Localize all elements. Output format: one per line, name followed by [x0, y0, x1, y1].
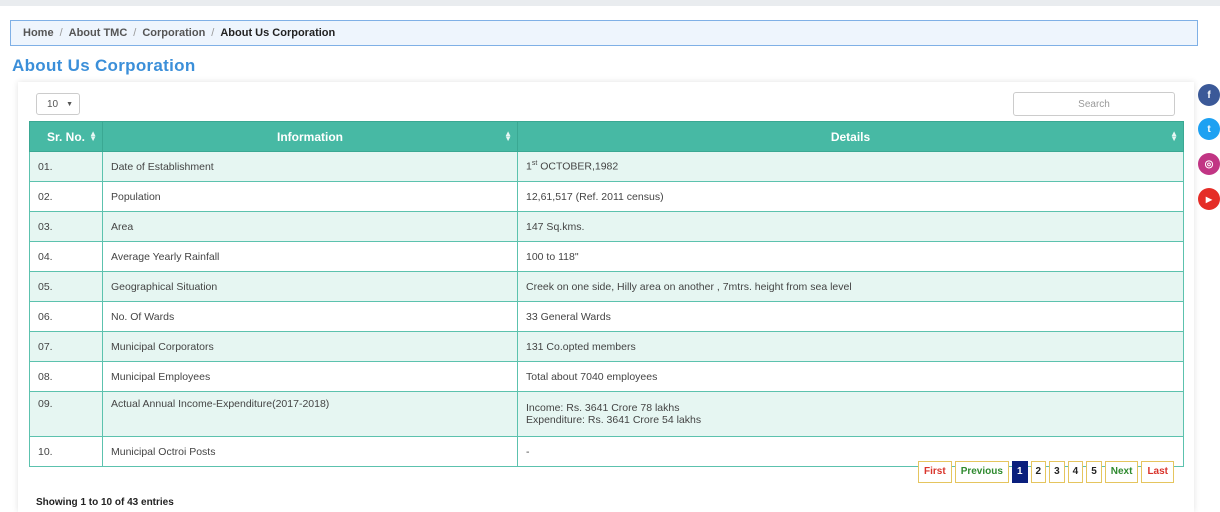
next-page-button[interactable]: Next — [1104, 461, 1139, 483]
cell-details: 33 General Wards — [517, 301, 1184, 332]
table-header-row: Sr. No. ▲ ▼ Information ▲ ▼ Details ▲ ▼ — [29, 121, 1184, 152]
last-page-button[interactable]: Last — [1141, 461, 1174, 483]
table-row: 06. No. Of Wards 33 General Wards — [29, 301, 1184, 332]
page-button-4[interactable]: 4 — [1067, 461, 1084, 483]
entries-info: Showing 1 to 10 of 43 entries — [36, 497, 174, 508]
cell-sr-no: 02. — [29, 181, 103, 212]
cell-information: Average Yearly Rainfall — [102, 241, 518, 272]
column-header-information[interactable]: Information ▲ ▼ — [102, 121, 518, 152]
twitter-icon[interactable]: t — [1198, 118, 1220, 140]
cell-sr-no: 01. — [29, 151, 103, 182]
top-bar — [0, 0, 1220, 6]
header-label: Information — [277, 129, 343, 144]
cell-information: Municipal Employees — [102, 361, 518, 392]
search-input[interactable] — [1013, 92, 1175, 116]
table-row: 09. Actual Annual Income-Expenditure(201… — [29, 391, 1184, 437]
cell-sr-no: 09. — [29, 391, 103, 437]
youtube-icon[interactable]: ▶ — [1198, 188, 1220, 210]
cell-details: 147 Sq.kms. — [517, 211, 1184, 242]
sort-icon: ▲ ▼ — [1170, 129, 1178, 143]
cell-sr-no: 03. — [29, 211, 103, 242]
instagram-icon[interactable]: ◎ — [1198, 153, 1220, 175]
breadcrumb-home[interactable]: Home — [23, 27, 54, 39]
entries-length-select[interactable]: 10 ▼ — [36, 93, 80, 115]
cell-information: Population — [102, 181, 518, 212]
breadcrumb-separator: / — [59, 27, 63, 39]
breadcrumb: Home / About TMC / Corporation / About U… — [10, 20, 1198, 46]
column-header-sr-no[interactable]: Sr. No. ▲ ▼ — [29, 121, 103, 152]
column-header-details[interactable]: Details ▲ ▼ — [517, 121, 1184, 152]
chevron-down-icon: ▼ — [66, 100, 73, 108]
cell-information: Actual Annual Income-Expenditure(2017-20… — [102, 391, 518, 437]
pagination: First Previous 1 2 3 4 5 Next Last — [918, 461, 1174, 483]
data-table: Sr. No. ▲ ▼ Information ▲ ▼ Details ▲ ▼ 01. Da… — [29, 121, 1184, 467]
twitter-glyph: t — [1207, 123, 1211, 135]
sort-icon: ▲ ▼ — [504, 129, 512, 143]
breadcrumb-separator: / — [133, 27, 137, 39]
cell-information: Area — [102, 211, 518, 242]
instagram-glyph: ◎ — [1204, 158, 1214, 170]
table-row: 08. Municipal Employees Total about 7040… — [29, 361, 1184, 392]
cell-details: 100 to 118" — [517, 241, 1184, 272]
table-row: 01. Date of Establishment 1st OCTOBER,19… — [29, 151, 1184, 182]
cell-information: Municipal Corporators — [102, 331, 518, 362]
facebook-icon[interactable]: f — [1198, 84, 1220, 106]
cell-sr-no: 05. — [29, 271, 103, 302]
breadcrumb-about-tmc[interactable]: About TMC — [69, 27, 128, 39]
breadcrumb-current: About Us Corporation — [220, 27, 336, 39]
table-row: 02. Population 12,61,517 (Ref. 2011 cens… — [29, 181, 1184, 212]
cell-sr-no: 06. — [29, 301, 103, 332]
page-title: About Us Corporation — [12, 56, 196, 75]
cell-information: Municipal Octroi Posts — [102, 436, 518, 467]
cell-sr-no: 04. — [29, 241, 103, 272]
cell-details: Total about 7040 employees — [517, 361, 1184, 392]
cell-details: 1st OCTOBER,1982 — [517, 151, 1184, 182]
previous-page-button[interactable]: Previous — [954, 461, 1009, 483]
cell-information: Geographical Situation — [102, 271, 518, 302]
facebook-glyph: f — [1207, 89, 1211, 101]
header-label: Details — [830, 129, 871, 144]
cell-sr-no: 07. — [29, 331, 103, 362]
table-row: 05. Geographical Situation Creek on one … — [29, 271, 1184, 302]
cell-information: No. Of Wards — [102, 301, 518, 332]
cell-information: Date of Establishment — [102, 151, 518, 182]
page-button-2[interactable]: 2 — [1030, 461, 1047, 483]
table-row: 03. Area 147 Sq.kms. — [29, 211, 1184, 242]
breadcrumb-separator: / — [211, 27, 215, 39]
cell-sr-no: 08. — [29, 361, 103, 392]
cell-details: 12,61,517 (Ref. 2011 census) — [517, 181, 1184, 212]
cell-details: Income: Rs. 3641 Crore 78 lakhs Expenditu… — [517, 391, 1184, 437]
header-label: Sr. No. — [46, 129, 85, 144]
details-line: Expenditure: Rs. 3641 Crore 54 lakhs — [526, 414, 702, 426]
page-button-3[interactable]: 3 — [1049, 461, 1065, 483]
cell-details: 131 Co.opted members — [517, 331, 1184, 362]
page-button-5[interactable]: 5 — [1086, 461, 1102, 483]
length-value: 10 — [47, 98, 59, 110]
table-row: 07. Municipal Corporators 131 Co.opted m… — [29, 331, 1184, 362]
youtube-glyph: ▶ — [1205, 194, 1213, 204]
cell-sr-no: 10. — [29, 436, 103, 467]
details-line: Income: Rs. 3641 Crore 78 lakhs — [526, 402, 680, 414]
table-row: 04. Average Yearly Rainfall 100 to 118" — [29, 241, 1184, 272]
first-page-button[interactable]: First — [918, 461, 952, 483]
cell-details: Creek on one side, Hilly area on another… — [517, 271, 1184, 302]
page-button-1[interactable]: 1 — [1011, 461, 1028, 483]
details-text: OCTOBER,1982 — [537, 160, 619, 173]
sort-icon: ▲ ▼ — [89, 129, 97, 143]
breadcrumb-corporation[interactable]: Corporation — [142, 27, 205, 39]
